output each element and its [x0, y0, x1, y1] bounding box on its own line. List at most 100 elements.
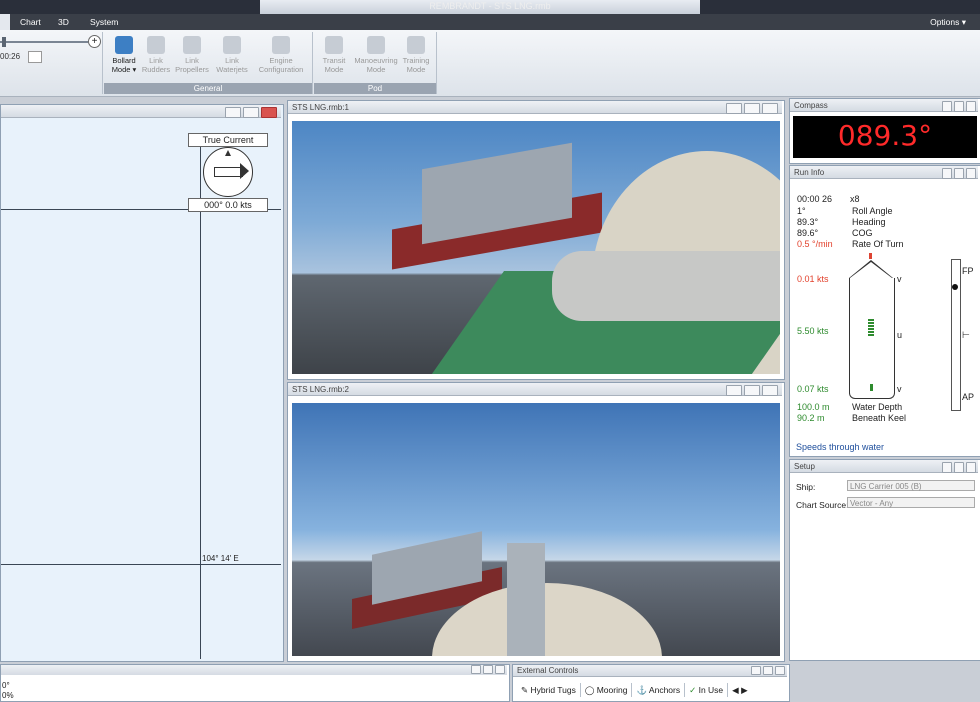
heading-label: Heading: [852, 217, 886, 227]
tab-hybrid-tugs-label: Hybrid Tugs: [530, 685, 576, 695]
link-waterjets-button[interactable]: Link Waterjets: [214, 36, 250, 74]
tab-mooring[interactable]: ◯ Mooring: [581, 683, 633, 697]
run-info-window-buttons: [940, 168, 976, 183]
rate-of-turn-label: Rate Of Turn: [852, 239, 904, 249]
compass-header: Compass: [790, 99, 978, 112]
close-icon[interactable]: [762, 103, 778, 114]
pin-icon[interactable]: [471, 665, 481, 674]
transit-icon: [325, 36, 343, 54]
close-icon[interactable]: [495, 665, 505, 674]
restore-icon[interactable]: [954, 462, 964, 473]
speed-aft-value: 0.07 kts: [797, 384, 829, 394]
app-menu-button[interactable]: [0, 14, 10, 30]
water-depth-value: 100.0 m: [797, 402, 830, 412]
close-icon[interactable]: [762, 385, 778, 396]
chart-source-select[interactable]: Vector - Any: [847, 497, 975, 508]
time-slider-thumb[interactable]: [2, 37, 6, 47]
tab-scroll-buttons[interactable]: ◀ ▶: [728, 683, 751, 697]
view-2-window-buttons: [724, 385, 778, 400]
close-icon[interactable]: [966, 101, 976, 112]
restore-icon[interactable]: [954, 101, 964, 112]
menu-chart[interactable]: Chart: [14, 15, 47, 29]
minimize-icon[interactable]: [726, 103, 742, 114]
view-1-scene[interactable]: [292, 121, 780, 374]
engine-configuration-button[interactable]: Engine Configuration: [254, 36, 308, 74]
chart-grid-line-h2: [1, 564, 281, 565]
close-icon[interactable]: [966, 168, 976, 179]
time-spinner[interactable]: [28, 51, 42, 63]
menu-options[interactable]: Options ▾: [924, 15, 972, 29]
time-slider-track[interactable]: [0, 41, 88, 43]
transit-mode-label: Transit Mode: [322, 56, 346, 74]
close-icon[interactable]: [775, 666, 785, 675]
view-1-title: STS LNG.rmb:1: [292, 103, 349, 112]
bollard-mode-button[interactable]: Bollard Mode ▾: [106, 36, 142, 74]
transit-mode-button[interactable]: Transit Mode: [316, 36, 352, 74]
chevron-left-icon[interactable]: ◀: [732, 685, 739, 695]
training-mode-button[interactable]: Training Mode: [398, 36, 434, 74]
tab-in-use[interactable]: ✓ In Use: [685, 683, 729, 697]
midship-marker-icon: ⊢: [962, 330, 970, 340]
close-icon[interactable]: [261, 107, 277, 118]
manoeuvring-mode-button[interactable]: Manoeuvring Mode: [354, 36, 398, 74]
pin-icon[interactable]: [942, 462, 952, 473]
water-depth-label: Water Depth: [852, 402, 903, 412]
engine-configuration-label: Engine Configuration: [258, 56, 304, 74]
current-value-label: 000° 0.0 kts: [188, 198, 268, 212]
pin-icon[interactable]: [942, 101, 952, 112]
zoom-in-icon[interactable]: +: [88, 35, 101, 48]
close-icon[interactable]: [966, 462, 976, 473]
restore-icon[interactable]: [954, 168, 964, 179]
restore-icon[interactable]: [483, 665, 493, 674]
link-propellers-button[interactable]: Link Propellers: [174, 36, 210, 74]
chevron-right-icon[interactable]: ▶: [741, 685, 748, 695]
link-propellers-label: Link Propellers: [175, 56, 209, 74]
pin-icon[interactable]: [751, 666, 761, 675]
pin-icon[interactable]: [942, 168, 952, 179]
fp-label: FP: [962, 266, 974, 276]
true-current-label: True Current: [188, 133, 268, 147]
bottom-value-2: 0%: [2, 691, 14, 700]
external-controls-window-buttons: [749, 666, 785, 679]
roll-angle-value: 1°: [797, 206, 806, 216]
chart-grid-line-v1: [200, 145, 201, 659]
speed-arrow-icon: [868, 319, 874, 337]
anchor-icon: ⚓: [636, 685, 649, 695]
run-info-header: Run Info: [790, 166, 978, 179]
view-2-pane[interactable]: STS LNG.rmb:2: [287, 382, 785, 662]
menu-system[interactable]: System: [84, 15, 124, 29]
ribbon-group-time: + 00:26: [0, 32, 103, 94]
restore-icon[interactable]: [744, 385, 760, 396]
tab-hybrid-tugs[interactable]: ✎ Hybrid Tugs: [517, 683, 581, 697]
external-controls-title: External Controls: [517, 666, 579, 675]
walkway: [507, 543, 545, 656]
u-marker: u: [897, 330, 903, 340]
setup-window-buttons: [940, 462, 976, 477]
manoeuvring-mode-label: Manoeuvring Mode: [354, 56, 398, 74]
check-icon: ✓: [689, 685, 699, 695]
compass-heading-display: 089.3°: [793, 116, 977, 158]
minimize-icon[interactable]: [726, 385, 742, 396]
tab-in-use-label: In Use: [698, 685, 724, 695]
speed-multiplier: x8: [850, 194, 860, 204]
training-mode-label: Training Mode: [402, 56, 430, 74]
bottom-left-pane: 0° 0%: [0, 664, 510, 702]
view-2-title: STS LNG.rmb:2: [292, 385, 349, 394]
rate-of-turn-value: 0.5 °/min: [797, 239, 833, 249]
aft-speed-icon: [870, 384, 873, 391]
link-rudders-label: Link Rudders: [141, 56, 171, 74]
ship-select[interactable]: LNG Carrier 005 (B): [847, 480, 975, 491]
restore-icon[interactable]: [744, 103, 760, 114]
bollard-mode-label: Bollard Mode ▾: [111, 56, 137, 74]
restore-icon[interactable]: [243, 107, 259, 118]
view-1-pane[interactable]: STS LNG.rmb:1: [287, 100, 785, 380]
menu-3d[interactable]: 3D: [52, 15, 75, 29]
chart-pane[interactable]: True Current 000° 0.0 kts 104° 14' E: [0, 104, 284, 662]
tab-anchors[interactable]: ⚓ Anchors: [632, 683, 686, 697]
minimize-icon[interactable]: [225, 107, 241, 118]
training-icon: [407, 36, 425, 54]
link-rudders-button[interactable]: Link Rudders: [138, 36, 174, 74]
north-marker-icon: [225, 150, 231, 156]
view-2-scene[interactable]: [292, 403, 780, 656]
restore-icon[interactable]: [763, 666, 773, 675]
